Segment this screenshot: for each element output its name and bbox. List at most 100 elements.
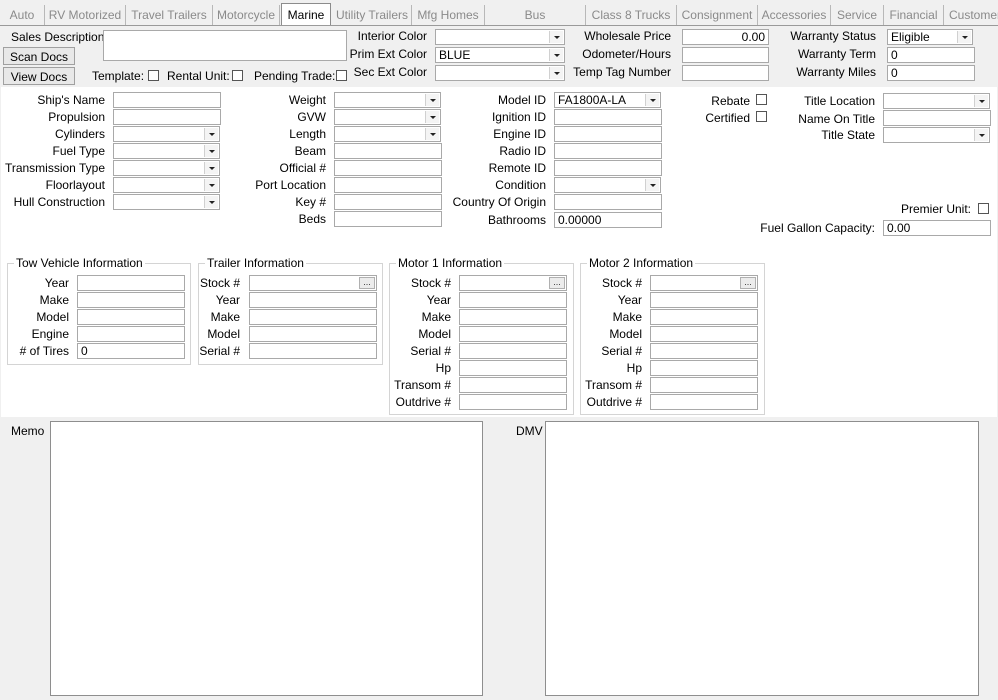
browse-button[interactable]: ... bbox=[740, 277, 756, 289]
chevron-down-icon[interactable] bbox=[204, 179, 218, 191]
fuel-type-dropdown[interactable] bbox=[113, 143, 220, 159]
tab-customer[interactable]: Customer bbox=[944, 5, 998, 25]
motor1-model-field[interactable] bbox=[459, 326, 567, 342]
motor2-transom-field[interactable] bbox=[650, 377, 758, 393]
gvw-dropdown[interactable] bbox=[334, 109, 441, 125]
tab-consignment[interactable]: Consignment bbox=[677, 5, 758, 25]
view-docs-button[interactable]: View Docs bbox=[3, 67, 75, 85]
weight-dropdown[interactable] bbox=[334, 92, 441, 108]
tow-engine-field[interactable] bbox=[77, 326, 185, 342]
motor1-serial-field[interactable] bbox=[459, 343, 567, 359]
browse-button[interactable]: ... bbox=[359, 277, 375, 289]
memo-textarea[interactable] bbox=[50, 421, 483, 696]
motor2-year-field[interactable] bbox=[650, 292, 758, 308]
template-checkbox[interactable] bbox=[148, 70, 159, 81]
chevron-down-icon[interactable] bbox=[957, 31, 971, 43]
tow-year-field[interactable] bbox=[77, 275, 185, 291]
beam-field[interactable] bbox=[334, 143, 442, 159]
official-field[interactable] bbox=[334, 160, 442, 176]
tab-service[interactable]: Service bbox=[831, 5, 884, 25]
trailer-serial-field[interactable] bbox=[249, 343, 377, 359]
length-dropdown[interactable] bbox=[334, 126, 441, 142]
certified-checkbox[interactable] bbox=[756, 111, 767, 122]
radio-id-field[interactable] bbox=[554, 143, 662, 159]
port-location-field[interactable] bbox=[334, 177, 442, 193]
key-field[interactable] bbox=[334, 194, 442, 210]
tow-tires-field[interactable]: 0 bbox=[77, 343, 185, 359]
chevron-down-icon[interactable] bbox=[549, 31, 563, 43]
chevron-down-icon[interactable] bbox=[645, 179, 659, 191]
engine-id-field[interactable] bbox=[554, 126, 662, 142]
model-id-dropdown[interactable]: FA1800A-LA bbox=[554, 92, 661, 108]
motor1-stock-field[interactable]: ... bbox=[459, 275, 567, 291]
trailer-model-field[interactable] bbox=[249, 326, 377, 342]
motor2-model-field[interactable] bbox=[650, 326, 758, 342]
motor2-outdrive-field[interactable] bbox=[650, 394, 758, 410]
motor1-make-field[interactable] bbox=[459, 309, 567, 325]
dmv-textarea[interactable] bbox=[545, 421, 979, 696]
motor1-year-field[interactable] bbox=[459, 292, 567, 308]
motor2-serial-field[interactable] bbox=[650, 343, 758, 359]
bathrooms-field[interactable]: 0.00000 bbox=[554, 212, 662, 228]
trailer-year-field[interactable] bbox=[249, 292, 377, 308]
tab-rv-motorized[interactable]: RV Motorized bbox=[45, 5, 126, 25]
wholesale-price-field[interactable]: 0.00 bbox=[682, 29, 769, 45]
name-on-title-field[interactable] bbox=[883, 110, 991, 126]
hull-construction-dropdown[interactable] bbox=[113, 194, 220, 210]
motor2-make-field[interactable] bbox=[650, 309, 758, 325]
chevron-down-icon[interactable] bbox=[549, 49, 563, 61]
browse-button[interactable]: ... bbox=[549, 277, 565, 289]
scan-docs-button[interactable]: Scan Docs bbox=[3, 47, 75, 65]
trailer-make-field[interactable] bbox=[249, 309, 377, 325]
remote-id-field[interactable] bbox=[554, 160, 662, 176]
chevron-down-icon[interactable] bbox=[425, 111, 439, 123]
chevron-down-icon[interactable] bbox=[204, 196, 218, 208]
tab-class-8-trucks[interactable]: Class 8 Trucks bbox=[586, 5, 677, 25]
tow-make-field[interactable] bbox=[77, 292, 185, 308]
motor2-stock-field[interactable]: ... bbox=[650, 275, 758, 291]
interior-color-dropdown[interactable] bbox=[435, 29, 565, 45]
tab-travel-trailers[interactable]: Travel Trailers bbox=[126, 5, 213, 25]
country-of-origin-field[interactable] bbox=[554, 194, 662, 210]
floorlayout-dropdown[interactable] bbox=[113, 177, 220, 193]
fuel-gallon-capacity-field[interactable]: 0.00 bbox=[883, 220, 991, 236]
chevron-down-icon[interactable] bbox=[974, 95, 988, 107]
rental-unit-checkbox[interactable] bbox=[232, 70, 243, 81]
ignition-id-field[interactable] bbox=[554, 109, 662, 125]
transmission-type-dropdown[interactable] bbox=[113, 160, 220, 176]
chevron-down-icon[interactable] bbox=[204, 145, 218, 157]
warranty-miles-field[interactable]: 0 bbox=[887, 65, 975, 81]
tab-utility-trailers[interactable]: Utility Trailers bbox=[333, 5, 412, 25]
cylinders-dropdown[interactable] bbox=[113, 126, 220, 142]
chevron-down-icon[interactable] bbox=[425, 94, 439, 106]
temp-tag-field[interactable] bbox=[682, 65, 769, 81]
warranty-status-dropdown[interactable]: Eligible bbox=[887, 29, 973, 45]
condition-dropdown[interactable] bbox=[554, 177, 661, 193]
motor1-transom-field[interactable] bbox=[459, 377, 567, 393]
title-location-dropdown[interactable] bbox=[883, 93, 990, 109]
warranty-term-field[interactable]: 0 bbox=[887, 47, 975, 63]
sec-ext-color-dropdown[interactable] bbox=[435, 65, 565, 81]
motor1-outdrive-field[interactable] bbox=[459, 394, 567, 410]
chevron-down-icon[interactable] bbox=[204, 162, 218, 174]
propulsion-field[interactable] bbox=[113, 109, 221, 125]
tab-motorcycle[interactable]: Motorcycle bbox=[213, 5, 280, 25]
chevron-down-icon[interactable] bbox=[645, 94, 659, 106]
tab-bus[interactable]: Bus bbox=[485, 5, 586, 25]
beds-field[interactable] bbox=[334, 211, 442, 227]
chevron-down-icon[interactable] bbox=[425, 128, 439, 140]
chevron-down-icon[interactable] bbox=[549, 67, 563, 79]
chevron-down-icon[interactable] bbox=[204, 128, 218, 140]
premier-unit-checkbox[interactable] bbox=[978, 203, 989, 214]
tab-auto[interactable]: Auto bbox=[0, 5, 45, 25]
motor2-hp-field[interactable] bbox=[650, 360, 758, 376]
prim-ext-color-dropdown[interactable]: BLUE bbox=[435, 47, 565, 63]
title-state-dropdown[interactable] bbox=[883, 127, 990, 143]
tab-marine[interactable]: Marine bbox=[281, 3, 331, 25]
rebate-checkbox[interactable] bbox=[756, 94, 767, 105]
ships-name-field[interactable] bbox=[113, 92, 221, 108]
chevron-down-icon[interactable] bbox=[974, 129, 988, 141]
motor1-hp-field[interactable] bbox=[459, 360, 567, 376]
trailer-stock-field[interactable]: ... bbox=[249, 275, 377, 291]
tab-financial[interactable]: Financial bbox=[884, 5, 944, 25]
